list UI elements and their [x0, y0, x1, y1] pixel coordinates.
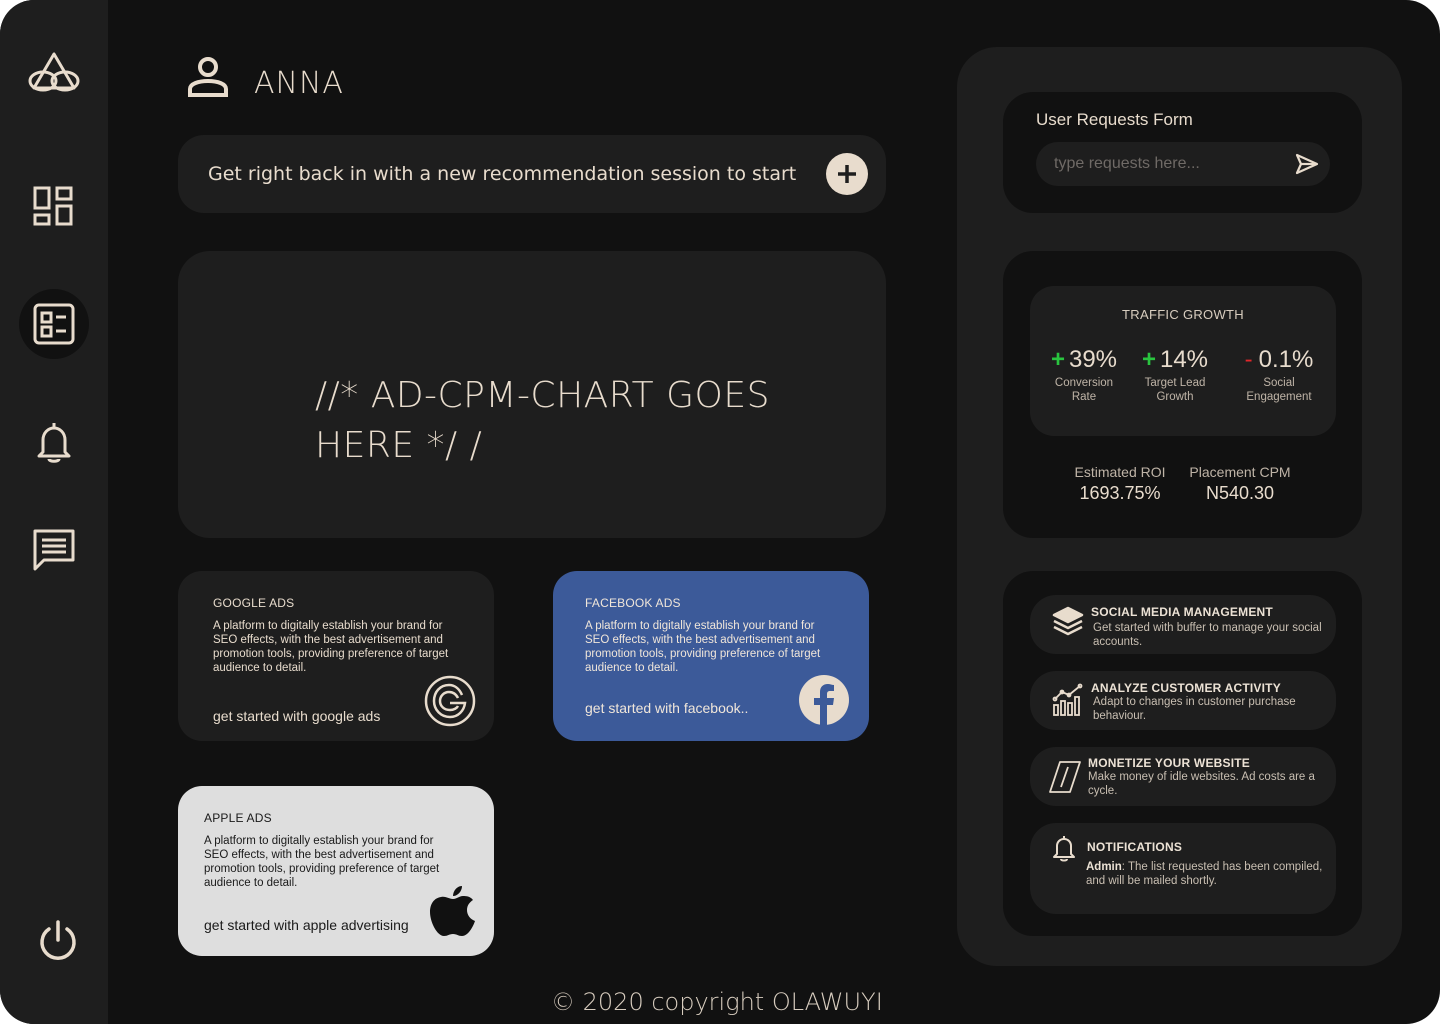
metric-value: 0.1%: [1258, 346, 1314, 373]
traffic-growth-box: TRAFFIC GROWTH +39% Conversion Rate +14%…: [1030, 286, 1336, 436]
facebook-ads-card: FACEBOOK ADS A platform to digitally est…: [553, 571, 869, 741]
metric-label: Target Lead Growth: [1144, 377, 1206, 403]
monetize-icon: [1048, 760, 1082, 799]
service-description: Get started with buffer to manage your s…: [1093, 622, 1322, 648]
metric-sign: +: [1050, 346, 1065, 373]
apple-ads-description: A platform to digitally establish your b…: [204, 835, 440, 889]
power-icon[interactable]: [37, 919, 79, 963]
service-description: Admin: The list requested has been compi…: [1086, 860, 1331, 888]
apple-ads-card: APPLE ADS A platform to digitally establ…: [178, 786, 494, 956]
chart-placeholder-line1: //* AD-CPM-CHART GOES: [315, 375, 770, 416]
metric-value: 14%: [1159, 346, 1209, 373]
service-title: MONETIZE YOUR WEBSITE: [1088, 756, 1250, 770]
chart-placeholder-text: //* AD-CPM-CHART GOES HERE */ /: [315, 371, 775, 471]
google-icon: [424, 675, 476, 732]
traffic-growth-title: TRAFFIC GROWTH: [1122, 307, 1244, 322]
requests-input[interactable]: [1036, 142, 1330, 186]
facebook-ads-link[interactable]: get started with facebook..: [585, 700, 748, 716]
user-requests-form: User Requests Form: [1003, 92, 1362, 213]
metric-value: 39%: [1068, 346, 1118, 373]
facebook-ads-description: A platform to digitally establish your b…: [585, 620, 821, 674]
service-analyze-customer[interactable]: ANALYZE CUSTOMER ACTIVITY Adapt to chang…: [1030, 671, 1336, 730]
messages-icon[interactable]: [32, 528, 76, 572]
kpi-placement-cpm: Placement CPM N540.30: [1185, 464, 1295, 504]
google-ads-title: GOOGLE ADS: [213, 596, 295, 610]
add-session-button[interactable]: [826, 153, 868, 195]
stats-card: TRAFFIC GROWTH +39% Conversion Rate +14%…: [1003, 251, 1362, 538]
metric-target-lead-growth: +14% Target Lead Growth: [1134, 346, 1216, 404]
ad-cpm-chart-area: //* AD-CPM-CHART GOES HERE */ /: [178, 251, 886, 538]
metric-social-engagement: -0.1% Social Engagement: [1236, 346, 1322, 404]
bell-nav-icon[interactable]: [36, 420, 72, 464]
kpi-label: Estimated ROI: [1074, 464, 1166, 480]
google-ads-description: A platform to digitally establish your b…: [213, 620, 449, 674]
metric-label: Conversion Rate: [1054, 377, 1114, 403]
notification-text: : The list requested has been compiled, …: [1086, 861, 1323, 887]
service-title: ANALYZE CUSTOMER ACTIVITY: [1091, 681, 1281, 695]
notification-author: Admin: [1086, 861, 1122, 873]
logo-icon[interactable]: [26, 50, 82, 98]
service-social-media[interactable]: SOCIAL MEDIA MANAGEMENT Get started with…: [1030, 595, 1336, 654]
apple-ads-title: APPLE ADS: [204, 811, 272, 825]
chart-placeholder-line2: HERE */ /: [315, 425, 483, 466]
session-bar: Get right back in with a new recommendat…: [178, 135, 886, 213]
kpi-label: Placement CPM: [1189, 464, 1291, 480]
requests-form-title: User Requests Form: [1036, 110, 1193, 129]
google-ads-card: GOOGLE ADS A platform to digitally estab…: [178, 571, 494, 741]
session-prompt: Get right back in with a new recommendat…: [208, 163, 797, 185]
service-notifications[interactable]: NOTIFICATIONS Admin: The list requested …: [1030, 823, 1336, 914]
service-description: Adapt to changes in customer purchase be…: [1093, 696, 1296, 722]
send-icon[interactable]: [1295, 153, 1319, 180]
google-ads-link[interactable]: get started with google ads: [213, 708, 380, 724]
apple-icon: [429, 884, 477, 943]
kpi-value: N540.30: [1205, 483, 1275, 503]
user-icon: [184, 55, 232, 104]
ads-list-icon[interactable]: [33, 303, 75, 345]
metric-conversion-rate: +39% Conversion Rate: [1046, 346, 1122, 404]
plus-icon: [838, 165, 856, 183]
kpi-value: 1693.75%: [1079, 483, 1161, 503]
footer-copyright: © 2020 copyright OLAWUYI: [551, 988, 883, 1016]
bell-icon: [1052, 834, 1076, 867]
services-card: SOCIAL MEDIA MANAGEMENT Get started with…: [1003, 571, 1362, 936]
facebook-ads-title: FACEBOOK ADS: [585, 596, 681, 610]
analytics-icon: [1052, 683, 1084, 722]
metric-sign: -: [1244, 346, 1253, 373]
kpi-estimated-roi: Estimated ROI 1693.75%: [1065, 464, 1175, 504]
service-title: SOCIAL MEDIA MANAGEMENT: [1091, 605, 1273, 619]
service-description: Make money of idle websites. Ad costs ar…: [1088, 771, 1315, 797]
facebook-icon: [799, 675, 849, 730]
service-title: NOTIFICATIONS: [1087, 840, 1183, 854]
metric-label: Social Engagement: [1246, 377, 1312, 403]
app-window: ANNA Get right back in with a new recomm…: [0, 0, 1440, 1024]
service-monetize[interactable]: MONETIZE YOUR WEBSITE Make money of idle…: [1030, 747, 1336, 806]
dashboard-icon[interactable]: [32, 185, 74, 227]
apple-ads-link[interactable]: get started with apple advertising: [204, 917, 409, 933]
sidebar: [0, 0, 108, 1024]
metric-sign: +: [1141, 346, 1156, 373]
username: ANNA: [254, 66, 344, 101]
layers-icon: [1052, 605, 1084, 642]
